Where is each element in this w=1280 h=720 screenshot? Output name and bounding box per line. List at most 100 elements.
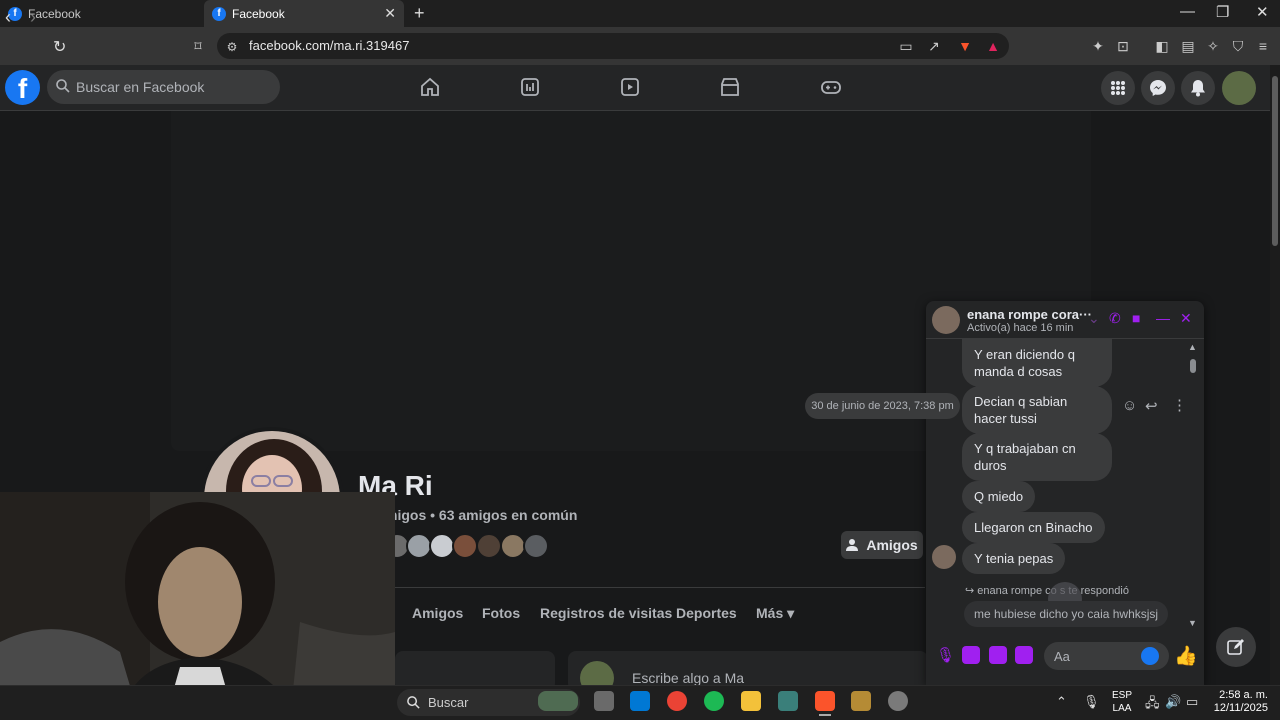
chevron-up-icon[interactable]: ⌃ xyxy=(1056,694,1067,710)
gif-icon[interactable] xyxy=(1015,646,1033,664)
emoji-icon[interactable] xyxy=(1141,647,1159,665)
brave-shield-icon[interactable]: ▼ xyxy=(957,38,973,54)
thumbs-up-icon[interactable]: 👍 xyxy=(1174,644,1198,668)
browser-tab-2[interactable]: f Facebook ✕ xyxy=(204,0,404,27)
taskbar-search-label: Buscar xyxy=(428,695,469,710)
scroll-down-icon[interactable]: ▼ xyxy=(1188,618,1197,628)
menu-icon[interactable]: ≡ xyxy=(1255,38,1271,54)
forward-arrow-icon[interactable]: › xyxy=(30,7,36,28)
sidebar-icon[interactable]: ◧ xyxy=(1154,38,1170,54)
new-tab-button[interactable]: + xyxy=(414,3,425,24)
phone-call-icon[interactable]: ✆ xyxy=(1109,310,1121,327)
mutual-friend-avatar[interactable] xyxy=(523,533,549,559)
chat-scrollbar-thumb[interactable] xyxy=(1190,359,1196,373)
brave-browser-icon[interactable] xyxy=(815,691,835,711)
tab-more[interactable]: Más ▾ xyxy=(756,605,794,622)
marketplace-icon[interactable] xyxy=(719,76,741,98)
message-timestamp-tooltip: 30 de junio de 2023, 7:38 pm xyxy=(805,393,960,419)
leo-ai-icon[interactable]: ✧ xyxy=(1205,38,1221,54)
url-text: facebook.com/ma.ri.319467 xyxy=(249,38,410,53)
tab-checkins[interactable]: Registros de visitas xyxy=(540,605,672,621)
profile-divider xyxy=(395,587,925,588)
message-bubble[interactable]: Y tenia pepas xyxy=(962,543,1066,574)
home-icon[interactable] xyxy=(419,76,441,98)
messenger-icon xyxy=(1150,80,1166,96)
microsoft-store-icon[interactable] xyxy=(630,691,650,711)
reply-icon[interactable]: ↩ xyxy=(1145,397,1158,415)
bell-icon xyxy=(1191,80,1205,97)
vpn-icon[interactable]: ⛉ xyxy=(1230,38,1246,54)
post-composer-placeholder[interactable]: Escribe algo a Ma xyxy=(632,670,744,686)
tab-close-icon[interactable]: ✕ xyxy=(384,5,396,22)
microphone-icon[interactable]: 🎙 xyxy=(1083,694,1100,710)
tab-friends[interactable]: Amigos xyxy=(412,605,463,621)
maximize-button[interactable]: ❐ xyxy=(1216,3,1229,21)
page-scrollbar-thumb[interactable] xyxy=(1272,76,1278,246)
friends-status-button[interactable]: Amigos xyxy=(841,531,923,559)
screenshot-icon[interactable]: ⊡ xyxy=(1115,38,1131,54)
message-bubble[interactable]: Q miedo xyxy=(962,481,1036,512)
reply-indicator: ↪ enana rompe co s te respondió xyxy=(965,584,1129,597)
messenger-button[interactable] xyxy=(1141,71,1175,105)
keyboard-layout: LAA xyxy=(1112,703,1132,714)
minimize-chat-icon[interactable]: — xyxy=(1156,310,1170,326)
tab-photos[interactable]: Fotos xyxy=(482,605,520,621)
compose-icon xyxy=(1227,639,1244,655)
more-options-icon[interactable]: ⋮ xyxy=(1172,396,1187,414)
account-avatar[interactable] xyxy=(1222,71,1256,105)
message-bubble[interactable]: Y q trabajaban cn duros xyxy=(962,433,1112,481)
battery-icon[interactable]: ▭ xyxy=(1186,694,1198,710)
message-bubble[interactable]: Y eran diciendo q manda d cosas xyxy=(962,339,1112,387)
league-client-icon[interactable] xyxy=(851,691,871,711)
replied-message-bubble[interactable]: me hubiese dicho yo caia hwhksjsj xyxy=(964,601,1169,627)
volume-icon[interactable]: 🔊 xyxy=(1165,694,1181,710)
chat-contact-avatar[interactable] xyxy=(932,306,960,334)
cast-icon[interactable]: ▭ xyxy=(898,38,914,54)
system-clock[interactable]: 2:58 a. m. 12/11/2025 xyxy=(1210,689,1268,715)
facebook-favicon-icon: f xyxy=(212,6,226,21)
reply-arrow-icon: ↪ xyxy=(965,585,978,597)
network-icon[interactable]: 🖧 xyxy=(1145,694,1160,716)
friends-button-label: Amigos xyxy=(866,537,918,553)
clock-time: 2:58 a. m. xyxy=(1219,689,1268,701)
close-chat-icon[interactable]: ✕ xyxy=(1180,310,1192,327)
dashboard-icon[interactable] xyxy=(519,76,541,98)
new-message-button[interactable] xyxy=(1216,627,1256,667)
scroll-up-icon[interactable]: ▲ xyxy=(1188,342,1197,352)
reload-icon[interactable]: ↻ xyxy=(53,37,66,57)
bookmark-icon[interactable]: ⌑ xyxy=(190,38,206,54)
react-emoji-icon[interactable]: ☺ xyxy=(1122,397,1137,414)
sticker-icon[interactable] xyxy=(989,646,1007,664)
notifications-button[interactable] xyxy=(1181,71,1215,105)
minimize-button[interactable]: — xyxy=(1180,3,1195,20)
file-explorer-icon[interactable] xyxy=(741,691,761,711)
chrome-icon[interactable] xyxy=(667,691,687,711)
message-bubble[interactable]: Decian q sabian hacer tussi xyxy=(962,386,1112,434)
gaming-icon[interactable] xyxy=(820,76,842,98)
site-info-icon[interactable]: ⚙ xyxy=(224,39,240,55)
app-icon[interactable] xyxy=(888,691,908,711)
brave-rewards-icon[interactable]: ▲ xyxy=(985,38,1001,54)
mutual-friend-avatar[interactable] xyxy=(452,533,478,559)
mutual-friend-avatar[interactable] xyxy=(476,533,502,559)
video-call-icon[interactable]: ■ xyxy=(1132,310,1140,326)
message-bubble[interactable]: Llegaron cn Binacho xyxy=(962,512,1105,543)
back-arrow-icon[interactable]: ‹ xyxy=(5,7,11,28)
gallery-icon[interactable] xyxy=(962,646,980,664)
chevron-down-icon[interactable]: ⌄ xyxy=(1088,310,1100,327)
microphone-icon[interactable]: 🎙 xyxy=(936,646,955,664)
menu-grid-button[interactable] xyxy=(1101,71,1135,105)
spotify-icon[interactable] xyxy=(704,691,724,711)
tab-sports[interactable]: Deportes xyxy=(676,605,737,621)
app-icon[interactable] xyxy=(778,691,798,711)
close-window-button[interactable]: ✕ xyxy=(1256,3,1269,21)
chat-contact-name[interactable]: enana rompe cora··· xyxy=(967,307,1092,322)
friends-count[interactable]: migos • 63 amigos en común xyxy=(385,507,577,523)
share-icon[interactable]: ↗ xyxy=(926,38,942,54)
wallet-icon[interactable]: ▤ xyxy=(1180,38,1196,54)
task-view-icon[interactable] xyxy=(594,691,614,711)
video-icon[interactable] xyxy=(619,76,641,98)
extensions-icon[interactable]: ✦ xyxy=(1090,38,1106,54)
facebook-logo-icon[interactable]: f xyxy=(5,70,40,105)
input-language[interactable]: ESP LAA xyxy=(1112,689,1132,715)
